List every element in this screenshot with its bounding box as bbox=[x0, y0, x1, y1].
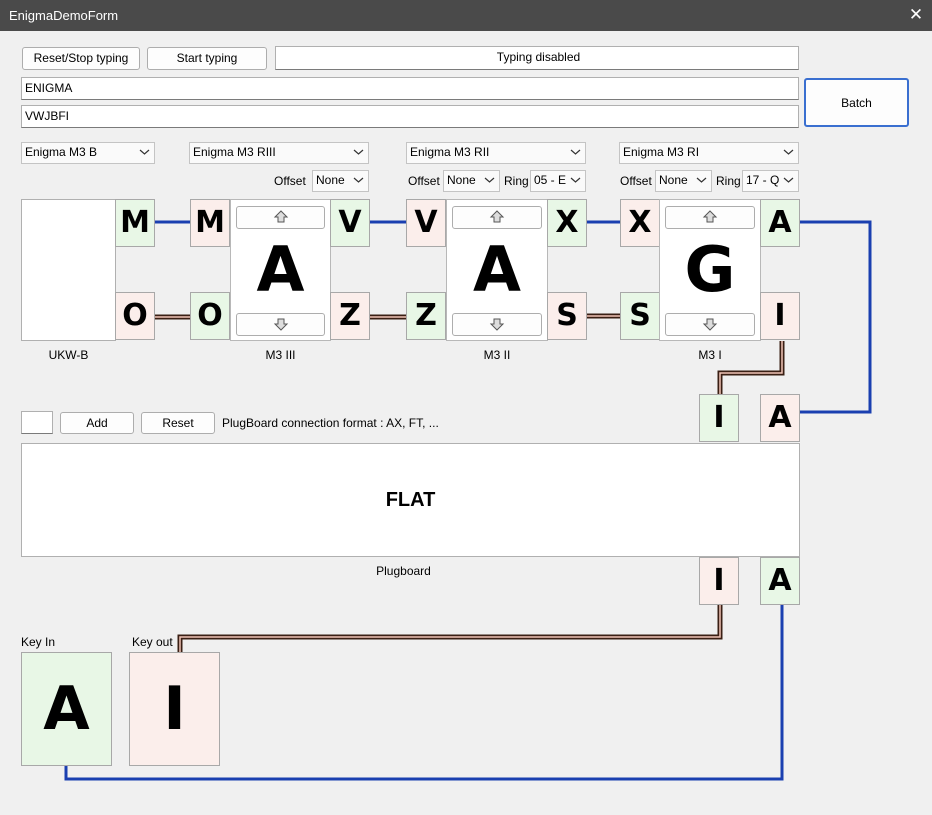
chevron-down-icon bbox=[139, 149, 150, 155]
start-typing-button[interactable]: Start typing bbox=[147, 47, 267, 70]
rotor1-ring-select[interactable]: 17 - Q bbox=[742, 170, 799, 192]
key-in-label: Key In bbox=[21, 635, 56, 649]
key-out-letter: I bbox=[129, 652, 220, 766]
rotor1-left-top-contact: X bbox=[620, 199, 660, 247]
plugboard-top-out-contact: I bbox=[699, 394, 739, 442]
output-text-field[interactable]: VWJBFI bbox=[21, 105, 799, 128]
arrow-up-icon bbox=[489, 210, 505, 223]
rotor3-right-bottom-contact: Z bbox=[330, 292, 370, 340]
plugboard-bottom-out-contact: I bbox=[699, 557, 739, 605]
rotor2-right-top-contact: X bbox=[547, 199, 587, 247]
rotor2-offset-select[interactable]: None bbox=[443, 170, 500, 192]
chevron-down-icon bbox=[783, 149, 794, 155]
rotor3-offset-select[interactable]: None bbox=[312, 170, 369, 192]
rotor3-window: A bbox=[230, 199, 331, 341]
rotor1-offset-label: Offset bbox=[620, 174, 652, 188]
rotor2-left-bottom-contact: Z bbox=[406, 292, 446, 340]
arrow-down-icon bbox=[489, 318, 505, 331]
chevron-down-icon bbox=[783, 177, 794, 183]
plugboard-bottom-in-contact: A bbox=[760, 557, 800, 605]
window-title: EnigmaDemoForm bbox=[9, 8, 119, 23]
rotor2-up-button[interactable] bbox=[452, 206, 542, 229]
reflector-body bbox=[21, 199, 116, 341]
rotor2-window: A bbox=[446, 199, 548, 341]
key-in-letter: A bbox=[21, 652, 112, 766]
rotor1-down-button[interactable] bbox=[665, 313, 755, 336]
rotor1-offset-select[interactable]: None bbox=[655, 170, 712, 192]
plugboard-panel: FLAT bbox=[21, 443, 800, 557]
reflector-bottom-contact: O bbox=[115, 292, 155, 340]
rotor1-label: M3 I bbox=[698, 348, 722, 362]
rotor3-label: M3 III bbox=[265, 348, 296, 362]
chevron-down-icon bbox=[353, 177, 364, 183]
rotor3-position-letter: A bbox=[256, 233, 305, 306]
arrow-down-icon bbox=[702, 318, 718, 331]
rotor3-right-top-contact: V bbox=[330, 199, 370, 247]
plugboard-top-in-contact: A bbox=[760, 394, 800, 442]
rotor1-left-bottom-contact: S bbox=[620, 292, 660, 340]
rotor2-ring-value: 05 - E bbox=[534, 173, 567, 187]
rotor1-model-value: Enigma M3 RI bbox=[623, 145, 700, 159]
rotor3-offset-label: Offset bbox=[274, 174, 306, 188]
rotor1-ring-value: 17 - Q bbox=[746, 173, 780, 187]
reflector-model-value: Enigma M3 B bbox=[25, 145, 98, 159]
rotor1-position-letter: G bbox=[684, 233, 736, 306]
rotor2-ring-label: Ring bbox=[504, 174, 529, 188]
rotor3-model-select[interactable]: Enigma M3 RIII bbox=[189, 142, 369, 164]
rotor2-model-value: Enigma M3 RII bbox=[410, 145, 490, 159]
chevron-down-icon bbox=[570, 177, 581, 183]
arrow-up-icon bbox=[273, 210, 288, 223]
rotor1-ring-label: Ring bbox=[716, 174, 741, 188]
rotor1-right-top-contact: A bbox=[760, 199, 800, 247]
reflector-top-contact: M bbox=[115, 199, 155, 247]
rotor1-window: G bbox=[659, 199, 761, 341]
rotor3-down-button[interactable] bbox=[236, 313, 325, 336]
plugboard-format-hint: PlugBoard connection format : AX, FT, ..… bbox=[222, 416, 439, 430]
reset-stop-typing-button[interactable]: Reset/Stop typing bbox=[22, 47, 140, 70]
chevron-down-icon bbox=[696, 177, 707, 183]
batch-button[interactable]: Batch bbox=[804, 78, 909, 127]
rotor3-model-value: Enigma M3 RIII bbox=[193, 145, 276, 159]
rotor2-offset-label: Offset bbox=[408, 174, 440, 188]
rotor3-left-bottom-contact: O bbox=[190, 292, 230, 340]
plugboard-add-button[interactable]: Add bbox=[60, 412, 134, 434]
rotor2-position-letter: A bbox=[473, 233, 521, 306]
rotor2-model-select[interactable]: Enigma M3 RII bbox=[406, 142, 586, 164]
chevron-down-icon bbox=[353, 149, 364, 155]
plugboard-label: Plugboard bbox=[376, 564, 431, 578]
plugboard-reset-button[interactable]: Reset bbox=[141, 412, 215, 434]
rotor2-label: M3 II bbox=[483, 348, 511, 362]
input-text-field[interactable]: ENIGMA bbox=[21, 77, 799, 100]
rotor3-offset-value: None bbox=[316, 173, 345, 187]
close-icon[interactable]: ✕ bbox=[906, 4, 926, 26]
rotor1-model-select[interactable]: Enigma M3 RI bbox=[619, 142, 799, 164]
rotor1-up-button[interactable] bbox=[665, 206, 755, 229]
key-out-label: Key out bbox=[132, 635, 173, 649]
reflector-model-select[interactable]: Enigma M3 B bbox=[21, 142, 155, 164]
rotor2-right-bottom-contact: S bbox=[547, 292, 587, 340]
title-bar: EnigmaDemoForm ✕ bbox=[0, 0, 932, 31]
rotor3-left-top-contact: M bbox=[190, 199, 230, 247]
arrow-up-icon bbox=[702, 210, 718, 223]
rotor2-down-button[interactable] bbox=[452, 313, 542, 336]
typing-status-field: Typing disabled bbox=[275, 46, 799, 70]
rotor1-offset-value: None bbox=[659, 173, 688, 187]
rotor2-left-top-contact: V bbox=[406, 199, 446, 247]
rotor3-up-button[interactable] bbox=[236, 206, 325, 229]
chevron-down-icon bbox=[484, 177, 495, 183]
rotor1-right-bottom-contact: I bbox=[760, 292, 800, 340]
chevron-down-icon bbox=[570, 149, 581, 155]
rotor2-ring-select[interactable]: 05 - E bbox=[530, 170, 586, 192]
plugboard-connection-input[interactable] bbox=[21, 411, 53, 434]
arrow-down-icon bbox=[273, 318, 288, 331]
reflector-label: UKW-B bbox=[48, 348, 89, 362]
rotor2-offset-value: None bbox=[447, 173, 476, 187]
